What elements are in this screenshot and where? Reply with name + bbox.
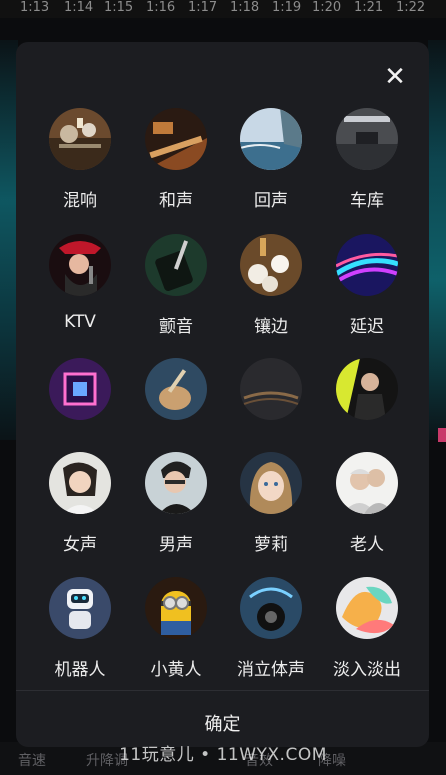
- harmony-image: [145, 108, 207, 170]
- effect-ktv[interactable]: KTV: [35, 234, 125, 344]
- singer-image: [336, 358, 398, 420]
- effect-loli[interactable]: 萝莉: [226, 452, 316, 562]
- garage-image: [336, 108, 398, 170]
- effect-robot[interactable]: 机器人: [35, 577, 125, 687]
- effect-label: 老人: [350, 535, 384, 555]
- effect-reverb[interactable]: 混响: [35, 108, 125, 218]
- effect-label: KTV: [64, 312, 96, 332]
- ktv-image: [49, 234, 111, 296]
- effect-label: 消立体声: [237, 660, 305, 680]
- female-voice-image: [49, 452, 111, 514]
- confirm-button[interactable]: 确定: [16, 710, 429, 736]
- loli-image: [240, 452, 302, 514]
- effect-echo[interactable]: 回声: [226, 108, 316, 218]
- effect-male-voice[interactable]: 男声: [131, 452, 221, 562]
- flanger-image: [240, 234, 302, 296]
- playhead-marker: [438, 428, 446, 442]
- reverb-image: [49, 108, 111, 170]
- effect-elder[interactable]: 老人: [322, 452, 412, 562]
- effect-label: 混响: [63, 191, 97, 211]
- timeline-tick: 1:19: [272, 0, 302, 15]
- timeline-tick: 1:22: [396, 0, 426, 15]
- effect-flanger[interactable]: 镶边: [226, 234, 316, 344]
- effect-label: 女声: [63, 535, 97, 555]
- panel-divider: [16, 690, 429, 691]
- robot-image: [49, 577, 111, 639]
- timeline-tick: 1:17: [188, 0, 218, 15]
- minion-image: [145, 577, 207, 639]
- watermark: 11玩意儿 • 11WYX.COM: [119, 745, 327, 765]
- effect-garage[interactable]: 车库: [322, 108, 412, 218]
- effect-fade[interactable]: 淡入淡出: [322, 577, 412, 687]
- close-icon[interactable]: ✕: [378, 60, 412, 94]
- effect-label: 萝莉: [254, 535, 288, 555]
- effect-delay[interactable]: 延迟: [322, 234, 412, 344]
- effect-label: 车库: [350, 191, 384, 211]
- effect-label: 延迟: [350, 317, 384, 337]
- effect-label: 机器人: [54, 660, 106, 680]
- timeline-tick: 1:15: [104, 0, 134, 15]
- effect-label: 和声: [159, 191, 193, 211]
- elder-image: [336, 452, 398, 514]
- delay-image: [336, 234, 398, 296]
- tunnel-image: [49, 358, 111, 420]
- effect-vibrato[interactable]: 颤音: [131, 234, 221, 344]
- timeline-tick: 1:13: [20, 0, 50, 15]
- effect-label: 淡入淡出: [333, 660, 401, 680]
- effect-label: 回声: [254, 191, 288, 211]
- effect-remove-stereo[interactable]: 消立体声: [226, 577, 316, 687]
- male-voice-image: [145, 452, 207, 514]
- timeline-tick: 1:16: [146, 0, 176, 15]
- guitar-image: [145, 358, 207, 420]
- echo-image: [240, 108, 302, 170]
- timeline-tick: 1:18: [230, 0, 260, 15]
- effect-harmony[interactable]: 和声: [131, 108, 221, 218]
- effect-female-voice[interactable]: 女声: [35, 452, 125, 562]
- vibrato-image: [145, 234, 207, 296]
- timeline-tick: 1:20: [312, 0, 342, 15]
- rain-image: [240, 358, 302, 420]
- fade-image: [336, 577, 398, 639]
- remove-stereo-image: [240, 577, 302, 639]
- effect-label: 颤音: [159, 317, 193, 337]
- audio-editor-screen: 1:13 1:14 1:15 1:16 1:17 1:18 1:19 1:20 …: [0, 0, 446, 775]
- waveform-right: [428, 40, 446, 440]
- effect-label: 镶边: [254, 317, 288, 337]
- timeline-tick: 1:14: [64, 0, 94, 15]
- effect-label: 小黄人: [150, 660, 202, 680]
- effect-label: 男声: [159, 535, 193, 555]
- timeline-tick: 1:21: [354, 0, 384, 15]
- effect-minion[interactable]: 小黄人: [131, 577, 221, 687]
- timeline-ruler: 1:13 1:14 1:15 1:16 1:17 1:18 1:19 1:20 …: [0, 0, 446, 18]
